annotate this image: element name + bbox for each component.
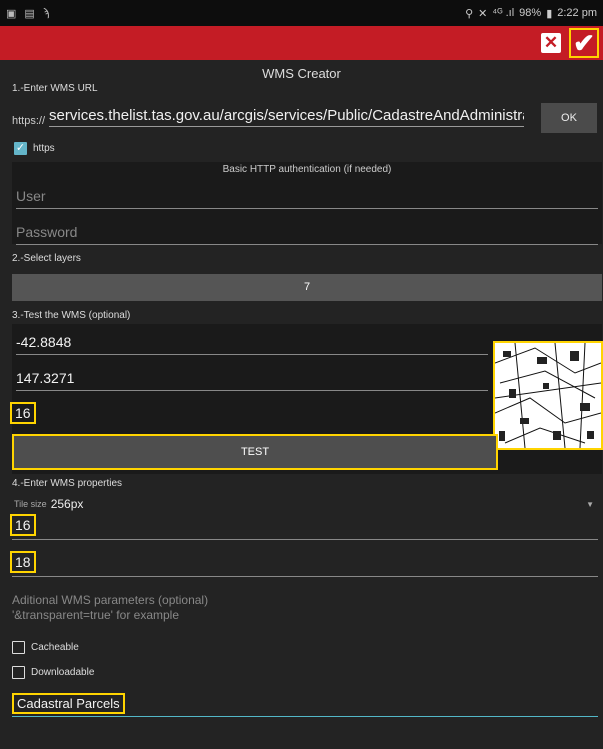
dropdown-arrow-icon[interactable]: ▼ [586,500,594,509]
app-bar: ✕ ✔ [0,26,603,60]
image-icon: ▣ [6,7,17,20]
section-url-label: 1.-Enter WMS URL [12,83,98,94]
location-icon: ⚲ [465,7,474,20]
status-icons-left: ▣ ▤ ϡ [6,7,49,20]
latitude-input[interactable]: -42.8848 [16,334,488,355]
url-row: https:// services.thelist.tas.gov.au/arc… [12,103,532,131]
downloadable-checkbox[interactable] [12,666,25,679]
zoom-input[interactable]: 16 [10,402,36,424]
signal-text: ⁴ᴳ .ıl [492,7,515,19]
battery-text: 98% [519,7,542,19]
close-box-icon[interactable]: ✕ [541,33,561,53]
battery-icon: ▮ [546,7,553,20]
auth-panel: Basic HTTP authentication (if needed) Us… [12,162,602,245]
section-properties-label: 4.-Enter WMS properties [12,478,123,489]
wms-name-field[interactable]: Cadastral Parcels [12,693,598,717]
tile-size-label: Tile size [14,499,47,509]
wms-creator-form: WMS Creator 1.-Enter WMS URL https:// se… [0,60,603,749]
downloadable-checkbox-row[interactable]: Downloadable [12,666,94,679]
check-icon[interactable]: ✔ [569,28,599,58]
section-test-label: 3.-Test the WMS (optional) [12,310,131,321]
https-checkbox[interactable]: ✓ [14,142,27,155]
map-preview [493,341,603,450]
min-zoom-value: 16 [10,514,36,536]
status-bar: ▣ ▤ ϡ ⚲ ✕ ⁴ᴳ .ıl 98% ▮ 2:22 pm [0,0,603,26]
https-checkbox-row[interactable]: ✓ https [14,142,55,155]
select-layers-button[interactable]: 7 [12,274,602,301]
min-zoom-field[interactable]: 16 [10,514,598,540]
map-preview-image [495,343,601,448]
params-hint[interactable]: Aditional WMS parameters (optional) '&tr… [12,593,208,623]
cacheable-checkbox-row[interactable]: Cacheable [12,641,79,654]
password-field[interactable]: Password [16,224,598,245]
max-zoom-value: 18 [10,551,36,573]
longitude-input[interactable]: 147.3271 [16,370,488,391]
clock: 2:22 pm [557,7,597,19]
params-hint-line1: Aditional WMS parameters (optional) [12,593,209,607]
cacheable-label: Cacheable [31,642,79,653]
url-ok-button[interactable]: OK [541,103,597,133]
tile-size-value: 256px [50,497,84,511]
wms-name-value: Cadastral Parcels [12,693,125,714]
section-layers-label: 2.-Select layers [12,253,81,264]
cacheable-checkbox[interactable] [12,641,25,654]
https-label: https [33,143,55,154]
params-hint-line2: '&transparent=true' for example [12,608,180,622]
auth-title: Basic HTTP authentication (if needed) [222,164,392,175]
notification-icon: ϡ [42,7,50,19]
test-button[interactable]: TEST [12,434,498,470]
user-field[interactable]: User [16,188,598,209]
url-prefix: https:// [12,115,46,127]
page-title: WMS Creator [262,66,341,81]
tile-size-select[interactable]: Tile size 256px ▼ [14,497,594,511]
max-zoom-field[interactable]: 18 [10,551,598,577]
status-icons-right: ⚲ ✕ ⁴ᴳ .ıl 98% ▮ 2:22 pm [465,7,597,20]
downloadable-label: Downloadable [31,667,95,678]
url-input[interactable]: services.thelist.tas.gov.au/arcgis/servi… [49,107,525,127]
mute-icon: ✕ [478,7,488,20]
sim-icon: ▤ [24,7,35,20]
